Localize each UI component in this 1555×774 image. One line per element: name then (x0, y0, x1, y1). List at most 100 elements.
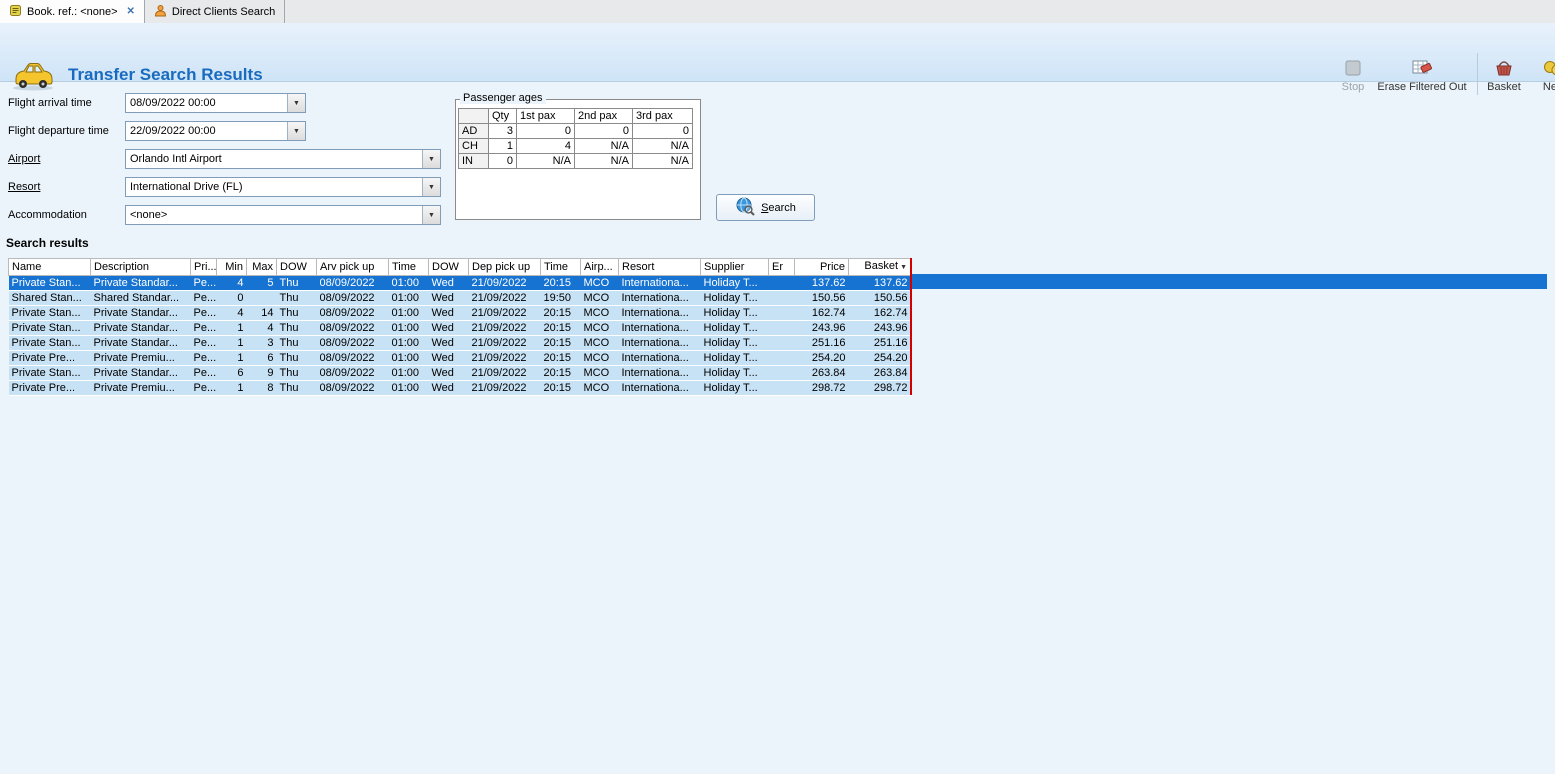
results-cell[interactable]: 01:00 (388, 365, 429, 381)
results-cell[interactable]: 21/09/2022 (468, 290, 541, 306)
results-cell[interactable]: Holiday T... (700, 275, 769, 291)
results-cell[interactable]: Wed (428, 305, 469, 321)
results-column-header[interactable]: Supplier (700, 258, 769, 276)
results-cell[interactable]: 4 (216, 305, 247, 321)
results-cell[interactable]: Pe... (190, 275, 217, 291)
results-row[interactable]: Private Pre... Private Premiu... Pe... 1 6 Th… (8, 350, 911, 366)
passenger-cell[interactable]: N/A (632, 138, 693, 154)
results-cell[interactable]: Pe... (190, 320, 217, 336)
results-cell[interactable]: Wed (428, 290, 469, 306)
results-cell[interactable]: Private Stan... (8, 320, 91, 336)
results-cell[interactable]: 1 (216, 350, 247, 366)
results-column-header[interactable]: Time (540, 258, 581, 276)
results-cell[interactable]: 8 (246, 380, 277, 396)
results-column-header[interactable]: Airp... (580, 258, 619, 276)
results-cell[interactable]: Pe... (190, 365, 217, 381)
results-cell[interactable]: 21/09/2022 (468, 320, 541, 336)
results-cell[interactable]: Holiday T... (700, 305, 769, 321)
results-cell[interactable]: 21/09/2022 (468, 335, 541, 351)
results-cell[interactable]: 251.16 (848, 335, 911, 351)
results-cell[interactable]: 08/09/2022 (316, 290, 389, 306)
results-cell[interactable]: 1 (216, 335, 247, 351)
passenger-cell[interactable]: N/A (574, 138, 633, 154)
results-column-header[interactable]: Basket ▼ (848, 258, 911, 276)
results-cell[interactable]: 01:00 (388, 275, 429, 291)
results-cell[interactable]: 243.96 (848, 320, 911, 336)
results-cell[interactable]: Private Pre... (8, 350, 91, 366)
results-cell[interactable]: 6 (216, 365, 247, 381)
results-cell[interactable]: Holiday T... (700, 335, 769, 351)
results-cell[interactable]: MCO (580, 305, 619, 321)
results-cell[interactable]: Internationa... (618, 350, 701, 366)
results-cell[interactable]: 21/09/2022 (468, 380, 541, 396)
stop-button[interactable]: Stop (1336, 59, 1370, 93)
results-cell[interactable]: Wed (428, 320, 469, 336)
results-cell[interactable]: Internationa... (618, 275, 701, 291)
results-cell[interactable]: Pe... (190, 380, 217, 396)
results-column-header[interactable]: Resort (618, 258, 701, 276)
results-cell[interactable]: 01:00 (388, 290, 429, 306)
results-cell[interactable]: 254.20 (794, 350, 849, 366)
passenger-cell[interactable]: 0 (632, 123, 693, 139)
results-column-header[interactable]: Pri... (190, 258, 217, 276)
passenger-cell[interactable]: 0 (516, 123, 575, 139)
results-cell[interactable]: Holiday T... (700, 290, 769, 306)
results-cell[interactable] (246, 290, 277, 306)
results-cell[interactable]: 20:15 (540, 320, 581, 336)
results-cell[interactable]: 137.62 (848, 275, 911, 291)
results-cell[interactable]: 14 (246, 305, 277, 321)
results-cell[interactable]: 08/09/2022 (316, 305, 389, 321)
results-cell[interactable]: Shared Standar... (90, 290, 191, 306)
resort-combobox[interactable]: International Drive (FL) ▼ (125, 177, 441, 197)
chevron-down-icon[interactable]: ▼ (422, 178, 440, 196)
results-cell[interactable]: Pe... (190, 305, 217, 321)
results-cell[interactable]: Thu (276, 380, 317, 396)
results-cell[interactable]: Holiday T... (700, 320, 769, 336)
results-cell[interactable]: Wed (428, 380, 469, 396)
results-cell[interactable]: 20:15 (540, 350, 581, 366)
results-column-header[interactable]: Dep pick up (468, 258, 541, 276)
results-cell[interactable]: Pe... (190, 290, 217, 306)
passenger-cell[interactable]: N/A (574, 153, 633, 169)
resort-link-label[interactable]: Resort (8, 177, 40, 197)
flight-arrival-time-combobox[interactable]: 08/09/2022 00:00 ▼ (125, 93, 306, 113)
results-row[interactable]: Private Stan... Private Standar... Pe... 1 4… (8, 320, 911, 336)
results-cell[interactable]: Shared Stan... (8, 290, 91, 306)
results-cell[interactable]: Private Stan... (8, 365, 91, 381)
results-row[interactable]: Private Stan... Private Standar... Pe... 4 5… (8, 275, 911, 291)
results-cell[interactable]: Thu (276, 320, 317, 336)
results-row[interactable]: Private Stan... Private Standar... Pe... 4 1… (8, 305, 911, 321)
results-cell[interactable]: 150.56 (848, 290, 911, 306)
results-cell[interactable]: Internationa... (618, 320, 701, 336)
results-cell[interactable]: 251.16 (794, 335, 849, 351)
results-cell[interactable]: Private Stan... (8, 335, 91, 351)
results-cell[interactable]: Wed (428, 275, 469, 291)
results-cell[interactable]: MCO (580, 350, 619, 366)
results-cell[interactable]: 21/09/2022 (468, 305, 541, 321)
results-column-header[interactable]: Price (794, 258, 849, 276)
results-cell[interactable]: 254.20 (848, 350, 911, 366)
tab-direct-clients-search[interactable]: Direct Clients Search (145, 0, 286, 23)
results-cell[interactable] (768, 350, 795, 366)
results-cell[interactable]: 9 (246, 365, 277, 381)
results-cell[interactable] (768, 305, 795, 321)
results-cell[interactable]: 20:15 (540, 365, 581, 381)
results-cell[interactable]: 08/09/2022 (316, 335, 389, 351)
results-cell[interactable]: Wed (428, 350, 469, 366)
results-cell[interactable] (768, 380, 795, 396)
results-column-header[interactable]: Er (768, 258, 795, 276)
results-cell[interactable]: Private Stan... (8, 275, 91, 291)
close-icon[interactable]: ✕ (127, 6, 135, 17)
results-cell[interactable]: 01:00 (388, 380, 429, 396)
results-cell[interactable]: 5 (246, 275, 277, 291)
results-cell[interactable]: 19:50 (540, 290, 581, 306)
tab-booking-ref[interactable]: Book. ref.: <none> ✕ (0, 0, 145, 23)
results-cell[interactable]: Private Standar... (90, 365, 191, 381)
results-cell[interactable]: 20:15 (540, 305, 581, 321)
results-cell[interactable]: Private Premiu... (90, 350, 191, 366)
results-cell[interactable]: Pe... (190, 335, 217, 351)
results-cell[interactable]: MCO (580, 380, 619, 396)
results-cell[interactable]: 0 (216, 290, 247, 306)
results-cell[interactable]: Thu (276, 290, 317, 306)
results-cell[interactable] (768, 320, 795, 336)
